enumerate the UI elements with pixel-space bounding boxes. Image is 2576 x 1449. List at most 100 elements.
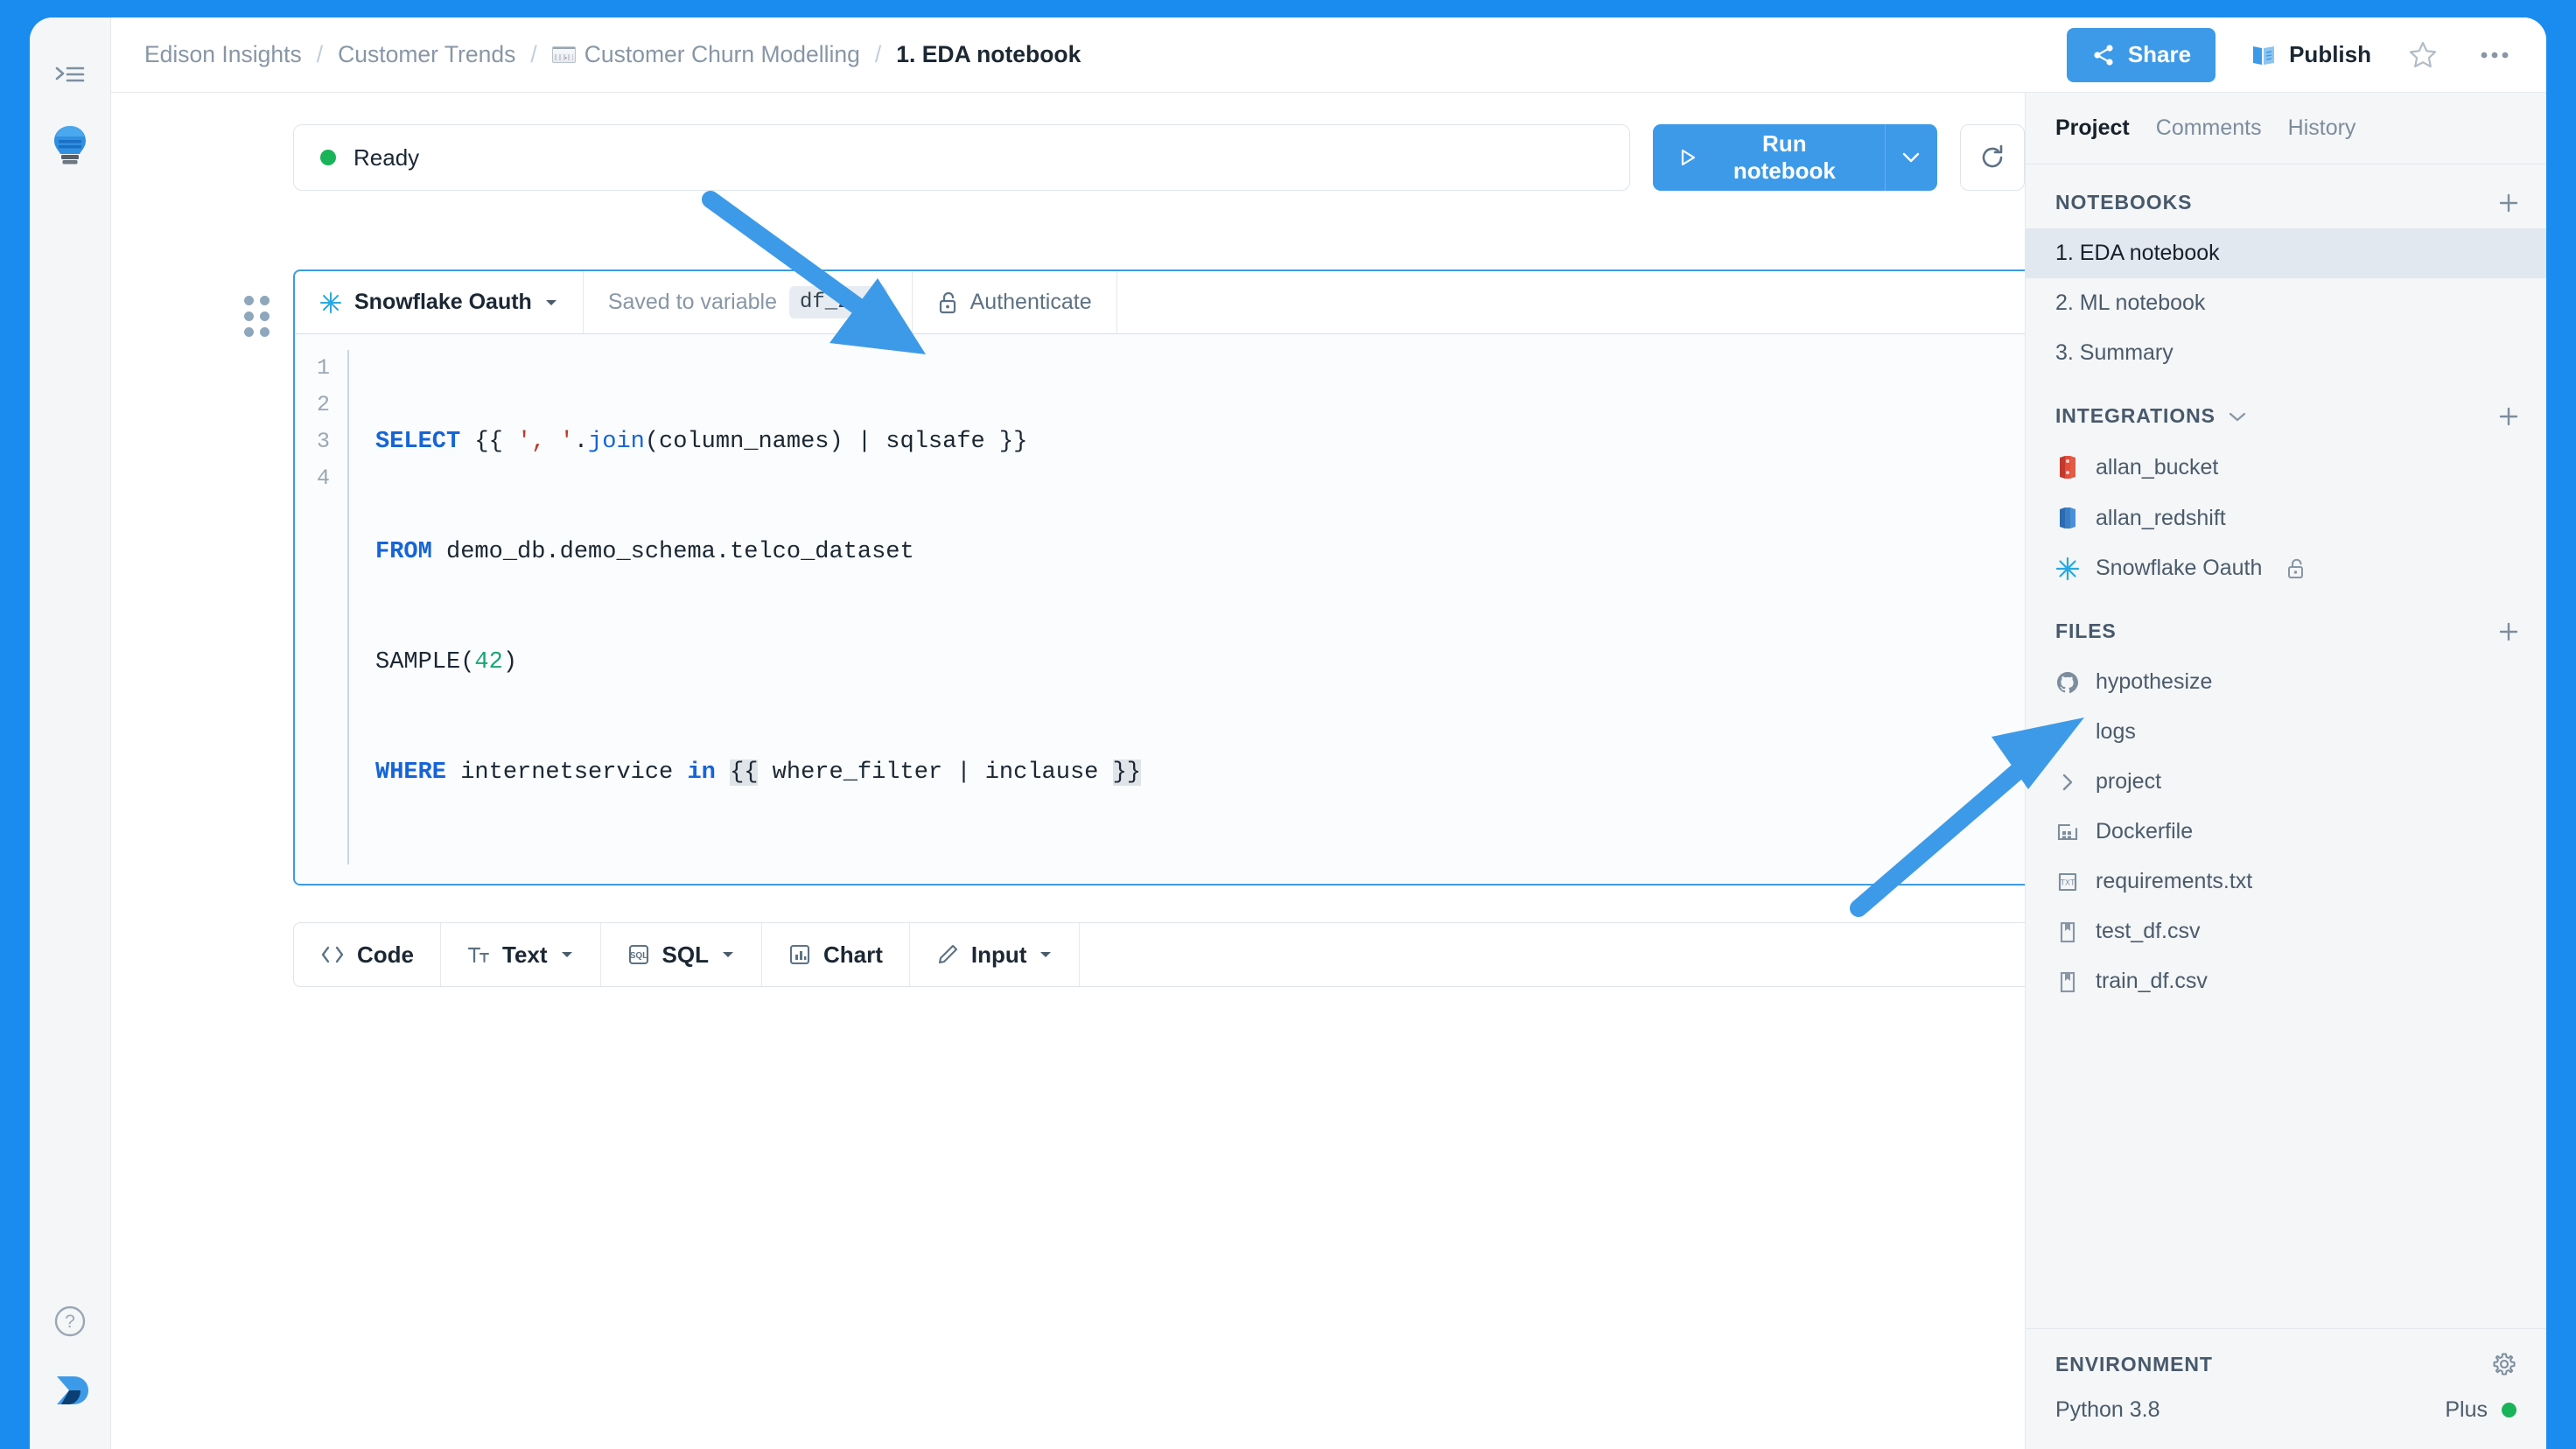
breadcrumb-separator: / (530, 41, 537, 67)
cell-area: Snowflake Oauth Saved to variable df_2 A… (111, 270, 2025, 987)
main-column: Edison Insights / Customer Trends / Cust… (111, 18, 2546, 1449)
breadcrumb-item-folder[interactable]: Customer Trends (338, 41, 515, 68)
code-text: . (573, 429, 589, 455)
environment-plan: Plus (2445, 1397, 2516, 1423)
add-notebook-button[interactable] (2497, 192, 2520, 214)
file-label: requirements.txt (2096, 869, 2253, 893)
sidebar-item-summary[interactable]: 3. Summary (2026, 328, 2546, 378)
breadcrumb-separator: / (874, 41, 882, 67)
file-item-test-df[interactable]: test_df.csv (2026, 906, 2546, 956)
refresh-button[interactable] (1959, 124, 2025, 191)
deepnote-brand-icon[interactable] (50, 1369, 90, 1414)
share-button[interactable]: Share (2066, 27, 2216, 82)
unlock-padlock-icon (937, 290, 958, 315)
status-dot (320, 150, 336, 165)
cell-variable-selector[interactable]: Saved to variable df_2 (584, 271, 913, 333)
sql-string: ', ' (517, 429, 574, 455)
docker-file-icon (2055, 820, 2080, 844)
sidebar-item-snowflake-oauth[interactable]: Snowflake Oauth (2026, 543, 2546, 593)
add-sql-cell-button[interactable]: SQL SQL (601, 923, 762, 986)
code-text: SAMPLE( (375, 649, 475, 676)
snowflake-icon (2055, 556, 2080, 581)
authenticate-button[interactable]: Authenticate (913, 271, 1117, 333)
cell-code-body[interactable]: 1 2 3 4 SELECT {{ ', '.join(column_names… (295, 334, 2025, 884)
integrations-section-header: INTEGRATIONS (2026, 378, 2546, 442)
sql-keyword: FROM (375, 539, 432, 565)
svg-text:TXT: TXT (2061, 878, 2076, 886)
sidebar-item-allan-redshift[interactable]: allan_redshift (2026, 493, 2546, 543)
run-notebook-button[interactable]: Run notebook (1653, 124, 1885, 191)
txt-file-icon: TXT (2055, 870, 2080, 894)
add-cell-label: Code (357, 941, 414, 968)
add-cell-label: SQL (662, 941, 709, 968)
file-label: train_df.csv (2096, 969, 2208, 993)
breadcrumb-separator: / (316, 41, 324, 67)
code-line-1: SELECT {{ ', '.join(column_names) | sqls… (375, 424, 1141, 460)
add-text-cell-button[interactable]: Text (441, 923, 601, 986)
caret-down-icon (721, 950, 735, 959)
lightbulb-logo-icon[interactable] (46, 122, 94, 169)
code-brackets-icon (320, 945, 345, 964)
s3-bucket-icon (2055, 454, 2080, 480)
add-code-cell-button[interactable]: Code (294, 923, 441, 986)
help-circle-icon[interactable]: ? (52, 1304, 88, 1343)
file-item-requirements[interactable]: TXT requirements.txt (2026, 857, 2546, 906)
tab-project[interactable]: Project (2055, 116, 2130, 141)
line-number-gutter: 1 2 3 4 (295, 350, 349, 864)
tab-history[interactable]: History (2288, 116, 2356, 141)
folder-label: project (2096, 769, 2162, 794)
ellipsis-horizontal-icon (2480, 50, 2510, 60)
file-item-train-df[interactable]: train_df.csv (2026, 956, 2546, 1006)
add-chart-cell-button[interactable]: Chart (762, 923, 910, 986)
environment-section: ENVIRONMENT Python 3.8 Plus (2026, 1328, 2546, 1449)
svg-text:?: ? (65, 1312, 75, 1332)
breadcrumb-item-current: 1. EDA notebook (896, 41, 1082, 67)
chevron-right-icon (2055, 772, 2080, 793)
sidebar-item-eda-notebook[interactable]: 1. EDA notebook (2026, 228, 2546, 278)
chevron-down-icon[interactable] (2228, 410, 2247, 423)
share-nodes-icon (2091, 43, 2116, 67)
sql-code[interactable]: SELECT {{ ', '.join(column_names) | sqls… (349, 350, 1141, 864)
breadcrumb-item-workspace[interactable]: Edison Insights (144, 41, 302, 68)
tab-comments[interactable]: Comments (2156, 116, 2262, 141)
file-label: test_df.csv (2096, 919, 2201, 943)
file-label: hypothesize (2096, 669, 2213, 694)
variable-chip[interactable]: df_2 (789, 286, 887, 318)
environment-runtime-row[interactable]: Python 3.8 Plus (2055, 1397, 2516, 1423)
folder-item-logs[interactable]: logs (2026, 707, 2546, 757)
more-options-button[interactable] (2474, 45, 2515, 66)
drag-dots-icon[interactable] (244, 296, 270, 337)
add-cell-label: Input (970, 941, 1027, 968)
right-panel: Project Comments History NOTEBOOKS 1. ED… (2025, 93, 2546, 1449)
publish-button[interactable]: Publish (2250, 41, 2371, 68)
add-file-button[interactable] (2497, 620, 2520, 643)
code-text: demo_db.demo_schema.telco_dataset (431, 539, 914, 565)
unlock-padlock-icon[interactable] (2286, 557, 2306, 580)
collapse-sidebar-icon[interactable] (55, 65, 85, 92)
gear-icon[interactable] (2492, 1352, 2516, 1376)
run-options-button[interactable] (1884, 124, 1937, 191)
sql-function: join (588, 429, 645, 455)
refresh-icon (1978, 144, 2006, 172)
line-number: 1 (316, 355, 330, 381)
breadcrumb-item-project[interactable]: Customer Churn Modelling (584, 41, 860, 68)
file-label: Dockerfile (2096, 819, 2194, 844)
cell-integration-label: Snowflake Oauth (354, 290, 532, 314)
sidebar-item-allan-bucket[interactable]: allan_bucket (2026, 442, 2546, 493)
folder-item-project[interactable]: project (2026, 757, 2546, 807)
code-text: {{ (460, 429, 518, 455)
text-format-icon (467, 944, 490, 965)
status-row: Ready Run notebook (111, 93, 2025, 191)
redshift-icon (2055, 505, 2080, 531)
add-input-cell-button[interactable]: Input (910, 923, 1081, 986)
sidebar-item-ml-notebook[interactable]: 2. ML notebook (2026, 278, 2546, 328)
sql-cell: Snowflake Oauth Saved to variable df_2 A… (293, 270, 2025, 886)
favorite-star-button[interactable] (2403, 35, 2443, 75)
file-item-hypothesize[interactable]: hypothesize (2026, 657, 2546, 707)
add-integration-button[interactable] (2497, 405, 2520, 428)
file-item-dockerfile[interactable]: Dockerfile (2026, 807, 2546, 857)
cell-integration-selector[interactable]: Snowflake Oauth (295, 271, 584, 333)
caret-down-icon (560, 950, 574, 959)
code-text: where_filter | inclause (758, 760, 1113, 786)
chevron-right-icon (2055, 722, 2080, 743)
